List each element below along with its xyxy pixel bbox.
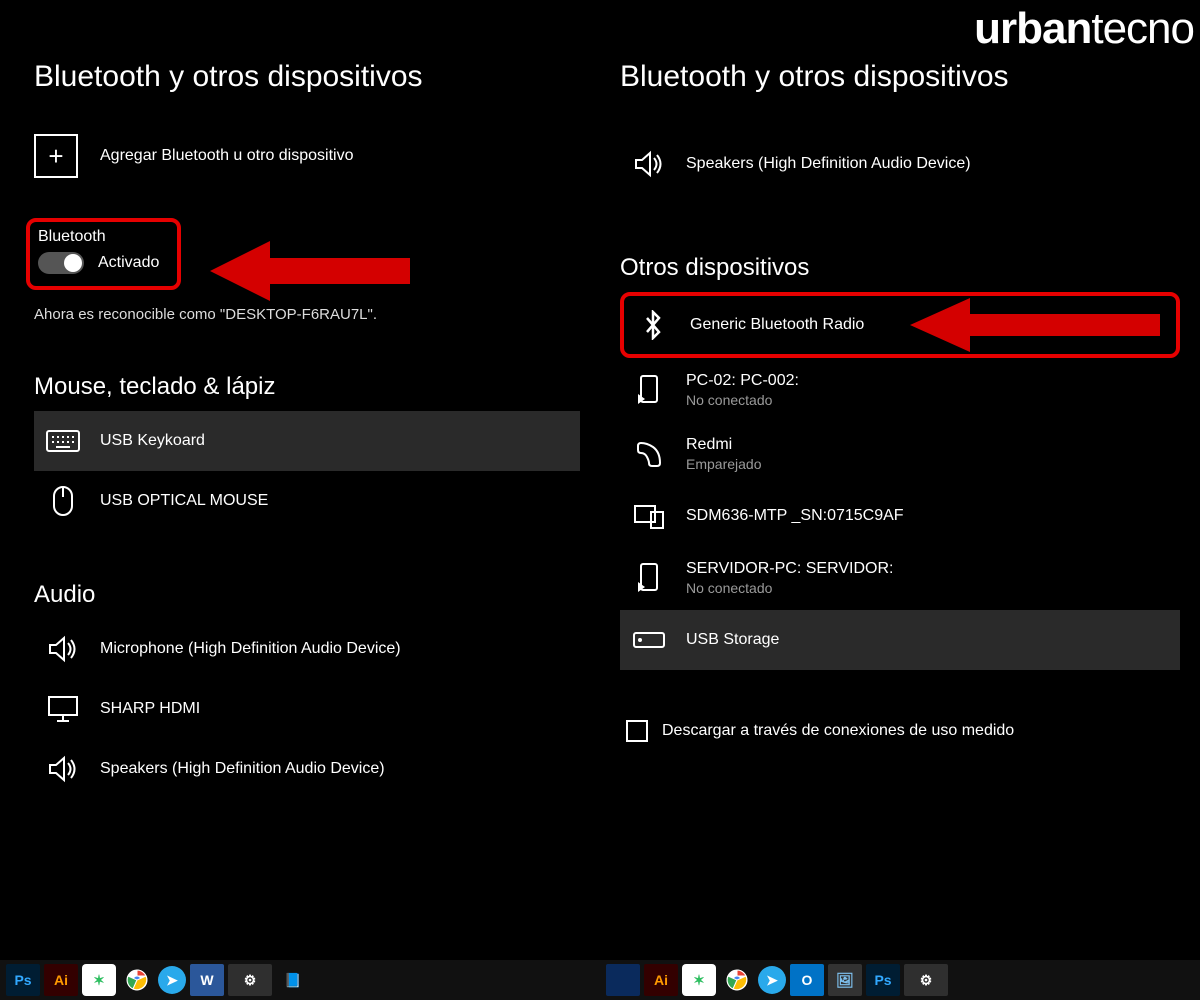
mouse-icon [46, 485, 80, 517]
taskbar-evernote-icon[interactable]: ✶ [82, 964, 116, 996]
bluetooth-toggle[interactable]: Activado [38, 252, 159, 274]
add-device-label: Agregar Bluetooth u otro dispositivo [100, 147, 353, 165]
devices-icon [632, 502, 666, 530]
keyboard-icon [46, 430, 80, 452]
device-name: USB Keykoard [100, 432, 205, 450]
device-row[interactable]: USB OPTICAL MOUSE [34, 471, 580, 531]
taskbar-blank-icon[interactable] [606, 964, 640, 996]
taskbar-evernote-icon[interactable]: ✶ [682, 964, 716, 996]
device-name: USB OPTICAL MOUSE [100, 492, 268, 510]
speaker-icon [46, 635, 80, 663]
discoverable-text: Ahora es reconocible como "DESKTOP-F6RAU… [34, 306, 580, 323]
device-name: Generic Bluetooth Radio [690, 316, 864, 334]
plus-icon: + [34, 134, 78, 178]
taskbar-telegram-icon[interactable]: ➤ [758, 966, 786, 994]
device-row[interactable]: PC-02: PC-002: No conectado [620, 358, 1180, 422]
bluetooth-state: Activado [98, 254, 159, 272]
device-name: Speakers (High Definition Audio Device) [100, 760, 385, 778]
section-heading-audio: Audio [34, 581, 580, 609]
taskbar-word-icon[interactable]: W [190, 964, 224, 996]
taskbar: Ps Ai ✶ ➤ W ⚙ 📘 Ai ✶ ➤ O 🖼 Ps ⚙ [0, 960, 1200, 1000]
device-row[interactable]: Speakers (High Definition Audio Device) [620, 134, 1180, 194]
device-name: SDM636-MTP _SN:0715C9AF [686, 507, 904, 525]
bluetooth-toggle-block: Bluetooth Activado [26, 218, 181, 290]
device-row[interactable]: Redmi Emparejado [620, 422, 1180, 486]
taskbar-notepad-icon[interactable]: 📘 [276, 964, 310, 996]
monitor-icon [46, 695, 80, 723]
section-heading-other: Otros dispositivos [620, 254, 1180, 282]
taskbar-chrome-icon[interactable] [120, 964, 154, 996]
bluetooth-icon [636, 310, 670, 340]
taskbar-left: Ps Ai ✶ ➤ W ⚙ 📘 [0, 960, 600, 1000]
device-row[interactable]: SDM636-MTP _SN:0715C9AF [620, 486, 1180, 546]
speaker-icon [46, 755, 80, 783]
speaker-icon [632, 150, 666, 178]
add-device-button[interactable]: + Agregar Bluetooth u otro dispositivo [34, 134, 580, 178]
settings-pane-left: Bluetooth y otros dispositivos + Agregar… [0, 0, 600, 960]
toggle-switch-icon [38, 252, 84, 274]
device-status: No conectado [686, 580, 893, 596]
storage-icon [632, 631, 666, 649]
cast-icon [632, 562, 666, 594]
device-row[interactable]: USB Keykoard [34, 411, 580, 471]
red-arrow-icon [210, 236, 410, 306]
device-row-bluetooth-radio[interactable]: Generic Bluetooth Radio [620, 292, 1180, 358]
device-name: Speakers (High Definition Audio Device) [686, 155, 971, 173]
checkbox-label: Descargar a través de conexiones de uso … [662, 722, 1014, 740]
device-row[interactable]: Speakers (High Definition Audio Device) [34, 739, 580, 799]
device-name: SERVIDOR-PC: SERVIDOR: [686, 560, 893, 578]
taskbar-gallery-icon[interactable]: 🖼 [828, 964, 862, 996]
taskbar-settings-icon[interactable]: ⚙ [228, 964, 272, 996]
device-name: PC-02: PC-002: [686, 372, 799, 390]
bluetooth-label: Bluetooth [38, 228, 159, 246]
device-name: Redmi [686, 436, 762, 454]
device-row[interactable]: USB Storage [620, 610, 1180, 670]
taskbar-photoshop-icon[interactable]: Ps [6, 964, 40, 996]
taskbar-settings-icon[interactable]: ⚙ [904, 964, 948, 996]
checkbox-icon [626, 720, 648, 742]
page-title: Bluetooth y otros dispositivos [34, 60, 580, 94]
taskbar-illustrator-icon[interactable]: Ai [644, 964, 678, 996]
device-row[interactable]: SERVIDOR-PC: SERVIDOR: No conectado [620, 546, 1180, 610]
settings-pane-right: Bluetooth y otros dispositivos Speakers … [600, 0, 1200, 960]
taskbar-blank-icon[interactable] [952, 964, 986, 996]
device-status: No conectado [686, 392, 799, 408]
cast-icon [632, 374, 666, 406]
taskbar-illustrator-icon[interactable]: Ai [44, 964, 78, 996]
device-name: USB Storage [686, 631, 779, 649]
taskbar-photoshop-icon[interactable]: Ps [866, 964, 900, 996]
taskbar-chrome-icon[interactable] [720, 964, 754, 996]
device-name: SHARP HDMI [100, 700, 200, 718]
taskbar-right: Ai ✶ ➤ O 🖼 Ps ⚙ [600, 960, 1200, 1000]
taskbar-outlook-icon[interactable]: O [790, 964, 824, 996]
section-heading-mouse: Mouse, teclado & lápiz [34, 373, 580, 401]
taskbar-telegram-icon[interactable]: ➤ [158, 966, 186, 994]
phone-icon [632, 440, 666, 468]
device-status: Emparejado [686, 456, 762, 472]
metered-download-checkbox[interactable]: Descargar a través de conexiones de uso … [620, 720, 1180, 742]
page-title: Bluetooth y otros dispositivos [620, 60, 1180, 94]
device-name: Microphone (High Definition Audio Device… [100, 640, 401, 658]
device-row[interactable]: SHARP HDMI [34, 679, 580, 739]
device-row[interactable]: Microphone (High Definition Audio Device… [34, 619, 580, 679]
